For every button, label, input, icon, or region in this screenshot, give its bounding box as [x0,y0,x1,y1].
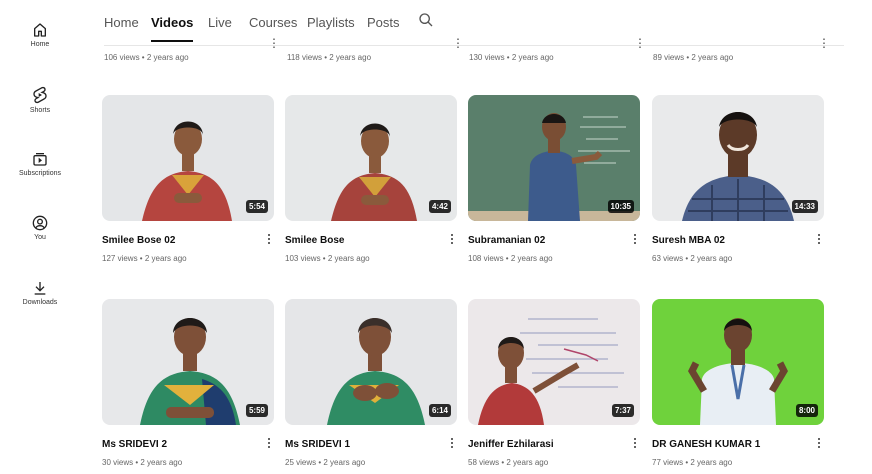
more-actions-icon[interactable]: ⋮ [452,36,464,50]
video-card[interactable]: 10:35 Subramanian 02 108 views • 2 years… [468,95,640,263]
video-meta: 127 views • 2 years ago [102,254,187,263]
video-thumbnail[interactable]: 4:42 [285,95,457,221]
video-title[interactable]: Smilee Bose 02 [102,235,175,246]
tab-courses[interactable]: Courses [249,15,297,30]
video-meta: 25 views • 2 years ago [285,458,366,467]
video-card[interactable]: 7:37 Jeniffer Ezhilarasi 58 views • 2 ye… [468,299,640,467]
more-actions-icon[interactable] [447,436,457,452]
rail-label-you: You [34,234,46,241]
rail-label-shorts: Shorts [29,107,51,114]
video-title[interactable]: Ms SRIDEVI 1 [285,439,350,450]
video-meta: 63 views • 2 years ago [652,254,733,263]
video-title[interactable]: Smilee Bose [285,235,344,246]
home-icon [34,23,46,37]
video-card[interactable]: 14:33 Suresh MBA 02 63 views • 2 years a… [652,95,824,263]
more-actions-icon[interactable] [630,232,640,248]
video-card[interactable]: 5:59 Ms SRIDEVI 2 30 views • 2 years ago [102,299,274,467]
video-thumbnail[interactable]: 14:33 [652,95,824,221]
video-thumbnail[interactable]: 5:59 [102,299,274,425]
shorts-icon [33,86,47,104]
rail-label-home: Home [30,41,50,48]
rail-item-downloads[interactable]: Downloads [0,280,80,306]
video-thumbnail[interactable]: 6:14 [285,299,457,425]
video-meta: 118 views • 2 years ago [287,53,372,62]
rail-item-home[interactable]: Home [0,22,80,48]
video-duration: 5:59 [245,404,268,417]
video-duration: 5:54 [245,200,268,213]
video-title[interactable]: Suresh MBA 02 [652,235,725,246]
subscriptions-icon [33,153,47,166]
video-title[interactable]: DR GANESH KUMAR 1 [652,439,760,450]
you-icon [32,215,48,231]
video-thumbnail[interactable]: 8:00 [652,299,824,425]
video-thumbnail[interactable]: 5:54 [102,95,274,221]
video-meta: 130 views • 2 years ago [469,53,554,62]
rail-label-downloads: Downloads [22,299,58,306]
video-meta: 89 views • 2 years ago [653,53,734,62]
video-meta: 77 views • 2 years ago [652,458,733,467]
search-icon[interactable] [418,12,434,28]
video-duration: 8:00 [795,404,818,417]
tab-posts[interactable]: Posts [367,15,400,30]
tab-home[interactable]: Home [104,15,139,30]
video-card[interactable]: 6:14 Ms SRIDEVI 1 25 views • 2 years ago [285,299,457,467]
video-duration: 10:35 [607,200,634,213]
video-meta: 30 views • 2 years ago [102,458,183,467]
video-duration: 7:37 [611,404,634,417]
left-rail: Home Shorts Subscriptions You Downloads [0,0,80,474]
video-meta: 106 views • 2 years ago [104,53,189,62]
video-meta: 103 views • 2 years ago [285,254,370,263]
channel-tabs: Home Videos Live Courses Playlists Posts [104,0,844,46]
rail-item-subscriptions[interactable]: Subscriptions [0,151,80,177]
tab-playlists[interactable]: Playlists [307,15,355,30]
video-duration: 4:42 [428,200,451,213]
video-title[interactable]: Ms SRIDEVI 2 [102,439,167,450]
more-actions-icon[interactable] [630,436,640,452]
rail-label-subscriptions: Subscriptions [18,170,62,177]
more-actions-icon[interactable] [814,232,824,248]
more-actions-icon[interactable] [814,436,824,452]
download-icon [34,282,46,295]
video-title[interactable]: Jeniffer Ezhilarasi [468,439,554,450]
tab-videos[interactable]: Videos [151,15,194,42]
more-actions-icon[interactable] [264,232,274,248]
video-duration: 6:14 [428,404,451,417]
more-actions-icon[interactable]: ⋮ [268,36,280,50]
rail-item-shorts[interactable]: Shorts [0,86,80,114]
tab-live[interactable]: Live [208,15,232,30]
video-meta: 58 views • 2 years ago [468,458,549,467]
video-duration: 14:33 [791,200,818,213]
more-actions-icon[interactable] [264,436,274,452]
more-actions-icon[interactable]: ⋮ [634,36,646,50]
rail-item-you[interactable]: You [0,215,80,241]
more-actions-icon[interactable]: ⋮ [818,36,830,50]
more-actions-icon[interactable] [447,232,457,248]
video-title[interactable]: Subramanian 02 [468,235,545,246]
video-thumbnail[interactable]: 7:37 [468,299,640,425]
video-meta: 108 views • 2 years ago [468,254,553,263]
video-card[interactable]: 8:00 DR GANESH KUMAR 1 77 views • 2 year… [652,299,824,467]
video-thumbnail[interactable]: 10:35 [468,95,640,221]
video-card[interactable]: 4:42 Smilee Bose 103 views • 2 years ago [285,95,457,263]
video-card[interactable]: 5:54 Smilee Bose 02 127 views • 2 years … [102,95,274,263]
